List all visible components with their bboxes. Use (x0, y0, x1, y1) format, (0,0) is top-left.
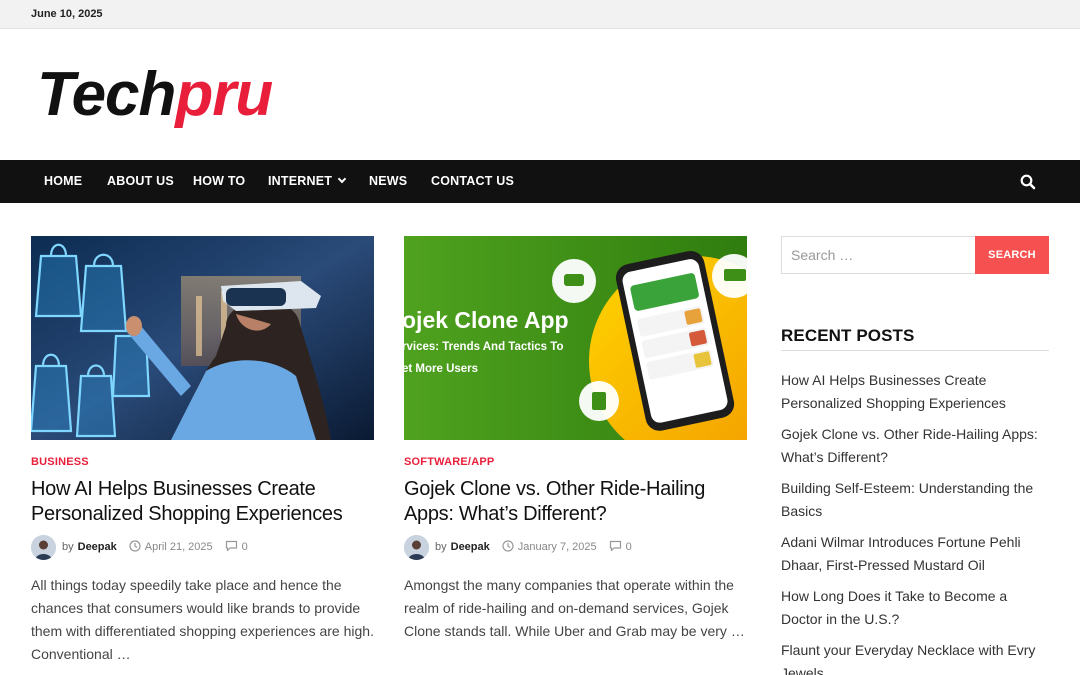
widget-divider (781, 350, 1049, 351)
recent-post-link[interactable]: Adani Wilmar Introduces Fortune Pehli Dh… (781, 531, 1049, 577)
by-label: by (62, 541, 74, 553)
main-navigation: HOME ABOUT US HOW TO INTERNET NEWS CONTA… (0, 160, 1080, 203)
comment-icon (225, 540, 238, 555)
recent-post-link[interactable]: Flaunt your Everyday Necklace with Evry … (781, 639, 1049, 675)
post-excerpt: All things today speedily take place and… (31, 577, 374, 662)
image-text-line1: rvices: Trends And Tactics To (404, 341, 563, 353)
post-meta: by Deepak January 7, 2025 0 (404, 534, 632, 560)
image-text-heading: ojek Clone App (404, 307, 569, 333)
sidebar-search-input[interactable]: Search … (781, 236, 975, 274)
comment-count[interactable]: 0 (626, 541, 632, 553)
post-date[interactable]: April 21, 2025 (145, 541, 213, 553)
post-excerpt: Amongst the many companies that operate … (404, 577, 745, 639)
post-title[interactable]: How AI Helps Businesses Create Personali… (31, 477, 374, 527)
chevron-down-icon (337, 174, 347, 184)
nav-item-about-us[interactable]: ABOUT US (107, 160, 174, 203)
recent-post-link[interactable]: How Long Does it Take to Become a Doctor… (781, 585, 1049, 631)
nav-item-internet[interactable]: INTERNET (268, 160, 347, 203)
current-date: June 10, 2025 (31, 8, 103, 20)
image-text-line2: et More Users (404, 363, 478, 375)
nav-item-how-to[interactable]: HOW TO (193, 160, 245, 203)
site-logo[interactable]: Techpru (37, 64, 273, 126)
by-label: by (435, 541, 447, 553)
author-link[interactable]: Deepak (78, 541, 117, 553)
recent-post-link[interactable]: Gojek Clone vs. Other Ride-Hailing Apps:… (781, 423, 1049, 469)
logo-text-pru: pru (175, 60, 273, 129)
post-title[interactable]: Gojek Clone vs. Other Ride-Hailing Apps:… (404, 477, 747, 527)
recent-post-link[interactable]: How AI Helps Businesses Create Personali… (781, 369, 1049, 415)
post-category-business[interactable]: BUSINESS (31, 456, 89, 468)
nav-item-news[interactable]: NEWS (369, 160, 407, 203)
clock-icon (129, 539, 141, 555)
nav-item-contact-us[interactable]: CONTACT US (431, 160, 514, 203)
nav-item-internet-label: INTERNET (268, 174, 333, 188)
logo-text-tech: Tech (37, 60, 176, 129)
post-category-software-app[interactable]: SOFTWARE/APP (404, 456, 494, 468)
post-thumbnail-ai-shopping[interactable] (31, 236, 374, 440)
search-icon[interactable] (1018, 172, 1038, 192)
post-date[interactable]: January 7, 2025 (518, 541, 597, 553)
comment-icon (609, 540, 622, 555)
comment-count[interactable]: 0 (242, 541, 248, 553)
avatar[interactable] (31, 534, 56, 560)
sidebar-search-button[interactable]: SEARCH (975, 236, 1049, 274)
nav-item-home[interactable]: HOME (44, 160, 82, 203)
post-thumbnail-gojek-clone[interactable]: ojek Clone App rvices: Trends And Tactic… (404, 236, 747, 440)
recent-post-link[interactable]: Building Self-Esteem: Understanding the … (781, 477, 1049, 523)
author-link[interactable]: Deepak (451, 541, 490, 553)
avatar[interactable] (404, 534, 429, 560)
top-bar: June 10, 2025 (0, 0, 1080, 29)
clock-icon (502, 539, 514, 555)
post-meta: by Deepak April 21, 2025 0 (31, 534, 248, 560)
recent-posts-heading: RECENT POSTS (781, 326, 915, 345)
